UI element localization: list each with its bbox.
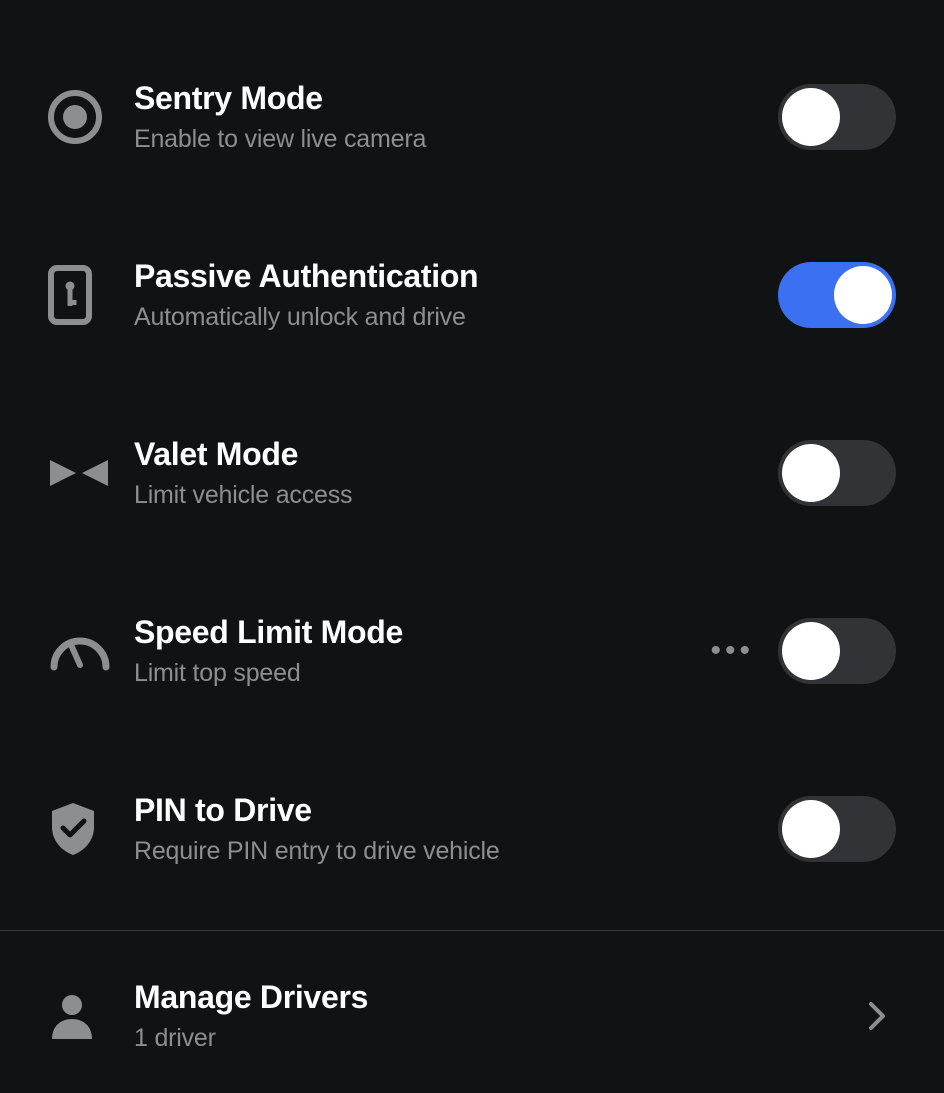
speed-limit-title: Speed Limit Mode bbox=[134, 614, 710, 651]
manage-drivers-row[interactable]: Manage Drivers 1 driver bbox=[48, 931, 896, 1093]
valet-toggle[interactable] bbox=[778, 440, 896, 506]
row-pin-to-drive: PIN to Drive Require PIN entry to drive … bbox=[48, 772, 896, 910]
manage-drivers-subtitle: 1 driver bbox=[134, 1024, 868, 1053]
passive-auth-toggle[interactable] bbox=[778, 262, 896, 328]
passive-auth-title: Passive Authentication bbox=[134, 258, 778, 295]
keycard-icon bbox=[48, 265, 134, 325]
more-icon[interactable]: ••• bbox=[710, 636, 754, 666]
row-sentry-mode: Sentry Mode Enable to view live camera bbox=[48, 60, 896, 198]
valet-title: Valet Mode bbox=[134, 436, 778, 473]
sentry-toggle[interactable] bbox=[778, 84, 896, 150]
sentry-subtitle: Enable to view live camera bbox=[134, 125, 778, 154]
manage-drivers-title: Manage Drivers bbox=[134, 979, 868, 1016]
row-valet-mode: Valet Mode Limit vehicle access bbox=[48, 416, 896, 554]
shield-check-icon bbox=[48, 801, 134, 857]
pin-drive-subtitle: Require PIN entry to drive vehicle bbox=[134, 837, 778, 866]
chevron-right-icon bbox=[868, 1001, 886, 1031]
pin-drive-title: PIN to Drive bbox=[134, 792, 778, 829]
person-icon bbox=[48, 991, 134, 1041]
bowtie-icon bbox=[48, 456, 134, 490]
valet-subtitle: Limit vehicle access bbox=[134, 481, 778, 510]
speed-limit-toggle[interactable] bbox=[778, 618, 896, 684]
sentry-title: Sentry Mode bbox=[134, 80, 778, 117]
speed-limit-subtitle: Limit top speed bbox=[134, 659, 710, 688]
pin-drive-toggle[interactable] bbox=[778, 796, 896, 862]
passive-auth-subtitle: Automatically unlock and drive bbox=[134, 303, 778, 332]
record-icon bbox=[48, 90, 134, 144]
row-passive-auth: Passive Authentication Automatically unl… bbox=[48, 238, 896, 376]
row-speed-limit: Speed Limit Mode Limit top speed ••• bbox=[48, 594, 896, 732]
speedometer-icon bbox=[48, 629, 134, 673]
